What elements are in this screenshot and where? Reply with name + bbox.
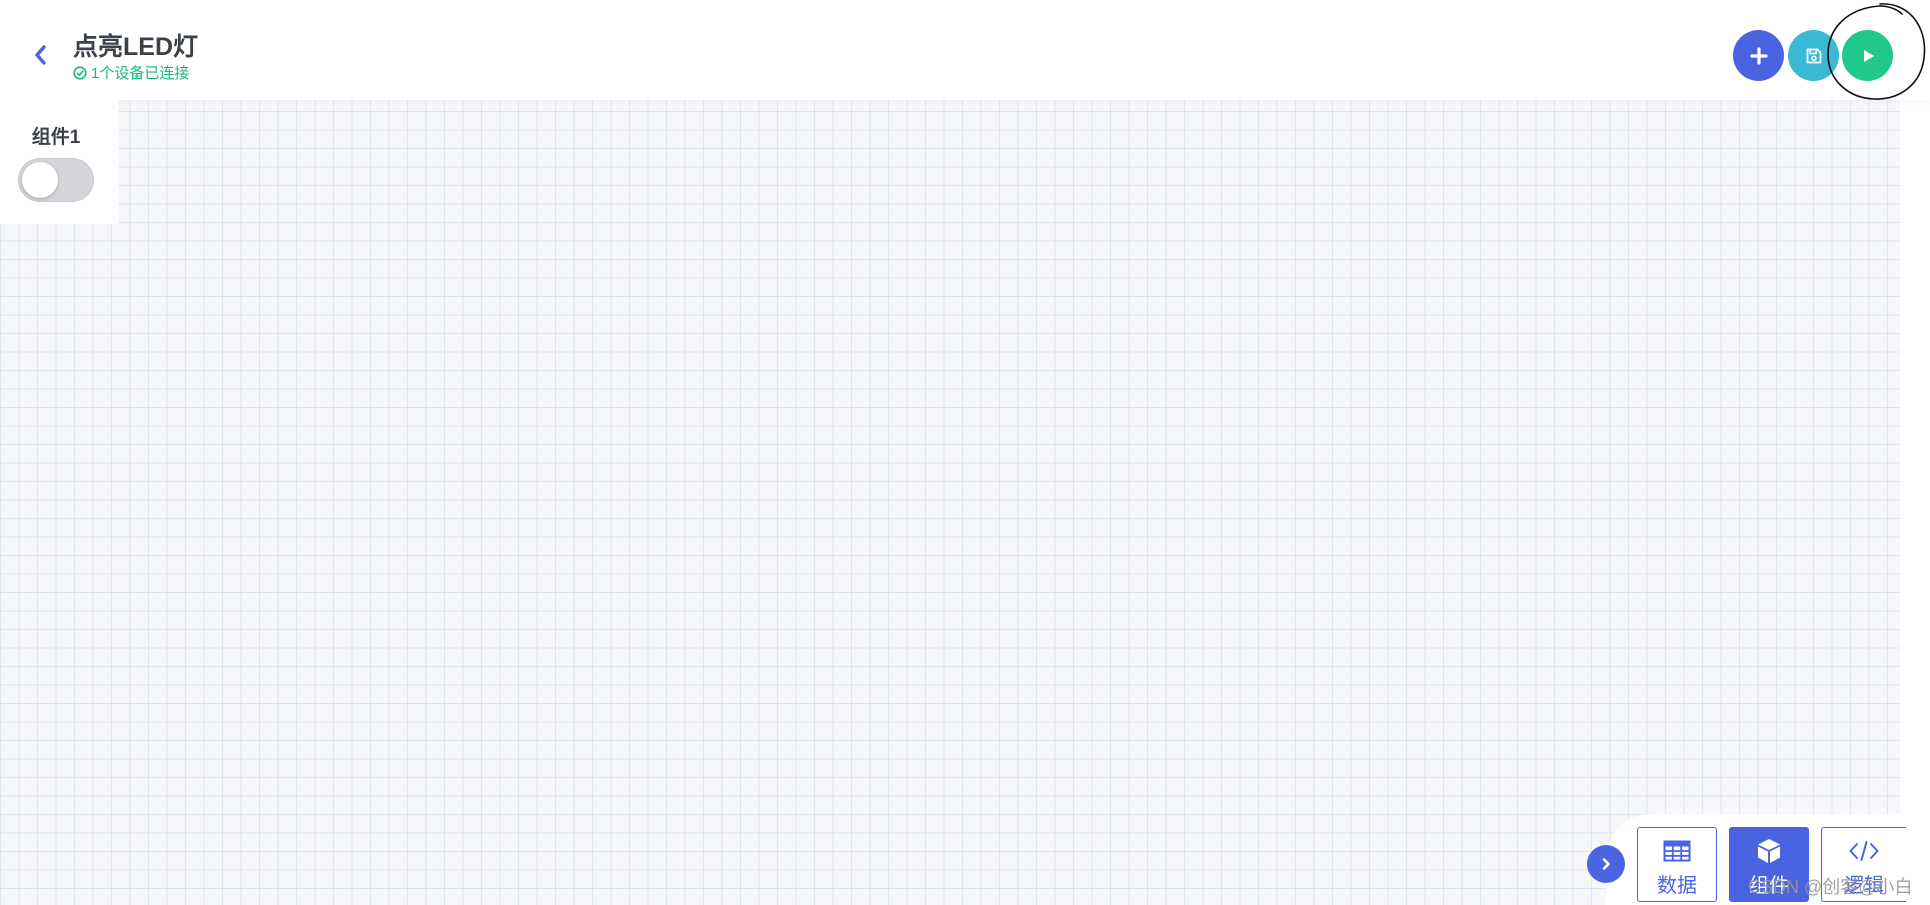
- header-bar: 点亮LED灯 1个设备已连接: [0, 0, 1930, 100]
- tab-data-label: 数据: [1657, 875, 1697, 897]
- collapse-toolbar-button[interactable]: [1587, 845, 1625, 883]
- connection-status-text: 1个设备已连接: [91, 65, 190, 82]
- add-button[interactable]: [1733, 30, 1784, 81]
- led-toggle-switch[interactable]: [18, 158, 94, 202]
- chevron-left-icon: [35, 45, 46, 65]
- tab-data[interactable]: 数据: [1637, 827, 1717, 902]
- cube-icon: [1758, 839, 1780, 863]
- switch-knob: [22, 162, 58, 198]
- watermark: CSDN @创客@小白: [1748, 877, 1913, 897]
- widget-label: 组件1: [31, 127, 81, 148]
- back-button[interactable]: [28, 40, 52, 70]
- check-circle-icon: [73, 65, 87, 80]
- hand-drawn-circle-annotation: [1827, 3, 1926, 100]
- chevron-right-icon: [1602, 858, 1610, 870]
- right-edge-strip: [1900, 0, 1930, 905]
- widget-card: 组件1: [0, 100, 118, 224]
- table-icon: [1663, 840, 1691, 862]
- connection-status: 1个设备已连接: [73, 62, 189, 83]
- page-title: 点亮LED灯: [73, 33, 199, 61]
- plus-icon: [1749, 46, 1768, 65]
- code-icon: [1849, 841, 1879, 861]
